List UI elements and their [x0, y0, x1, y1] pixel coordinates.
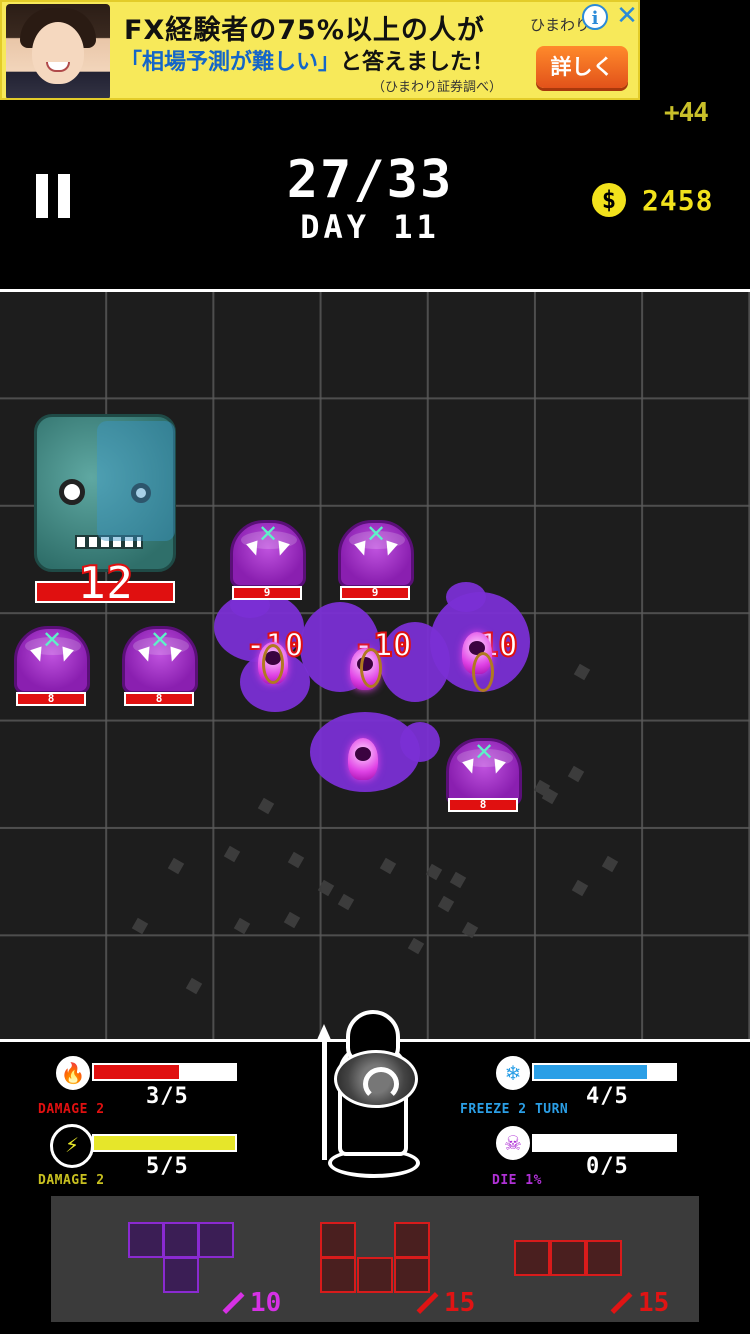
debris-particle	[283, 911, 301, 929]
freeze-bar-fill	[534, 1065, 647, 1079]
debris-particle	[449, 871, 467, 889]
snowflake-icon: ❄	[496, 1056, 530, 1090]
close-icon[interactable]: ✕	[614, 2, 638, 30]
spear-icon	[316, 1024, 332, 1160]
freeze-bar	[532, 1063, 677, 1081]
poison-value: 0/5	[586, 1154, 629, 1179]
shield-icon	[334, 1050, 418, 1108]
knight-hero	[316, 1010, 428, 1180]
debris-particle	[287, 851, 305, 869]
debris-particle	[571, 879, 589, 897]
slime-enemy[interactable]: ✕	[338, 520, 414, 594]
lightning-icon: ⚡	[50, 1124, 94, 1168]
debris-particle	[223, 845, 241, 863]
stone-golem-boss[interactable]	[34, 414, 176, 572]
enemy-hp-bar: 8	[448, 798, 518, 812]
debris-particle	[461, 921, 479, 939]
debris-particle	[131, 917, 149, 935]
enemy-hp-bar: 8	[16, 692, 86, 706]
ad-headline: FX経験者の75%以上の人が	[124, 15, 485, 46]
score-popup: +44	[664, 98, 709, 128]
fire-value: 3/5	[146, 1084, 189, 1109]
ad-cta-button[interactable]: 詳しく	[536, 46, 628, 88]
debris-particle	[573, 663, 591, 681]
debris-particle	[185, 977, 203, 995]
turn-counter: 27/33	[286, 150, 454, 210]
ring-effect	[472, 652, 494, 692]
lightning-bar	[92, 1134, 237, 1152]
poison-caption: DIE 1%	[492, 1173, 542, 1188]
ad-brand: ひまわり	[530, 16, 591, 34]
ghost-projectile	[348, 738, 378, 780]
sword-icon	[414, 1292, 440, 1318]
piece-price: 10	[250, 1288, 282, 1318]
debris-particle	[567, 765, 585, 783]
enemy-hp-bar: 9	[340, 586, 410, 600]
debris-particle	[379, 857, 397, 875]
poison-cloud	[446, 582, 486, 612]
fire-bar	[92, 1063, 237, 1081]
sword-icon	[220, 1292, 246, 1318]
coin-icon: $	[592, 183, 626, 217]
poison-cloud	[400, 722, 440, 762]
freeze-value: 4/5	[586, 1084, 629, 1109]
info-icon[interactable]: i	[582, 4, 608, 30]
debris-particle	[601, 855, 619, 873]
ad-source: （ひまわり証券調べ）	[372, 80, 503, 95]
piece-price: 15	[638, 1288, 670, 1318]
debris-particle	[317, 879, 335, 897]
slime-enemy[interactable]: ✕	[230, 520, 306, 594]
debris-particle	[257, 797, 275, 815]
lightning-bar-fill	[94, 1136, 235, 1150]
freeze-caption: FREEZE 2 TURN	[460, 1102, 569, 1117]
lightning-value: 5/5	[146, 1154, 189, 1179]
fire-caption: DAMAGE 2	[38, 1102, 105, 1117]
ad-subline: 「相場予測が難しい」と答えました！	[120, 50, 495, 75]
enemy-hp-bar: 9	[232, 586, 302, 600]
debris-particle	[337, 893, 355, 911]
ad-banner[interactable]: FX経験者の75%以上の人が 「相場予測が難しい」と答えました！ （ひまわり証券…	[0, 0, 640, 100]
skull-icon: ☠	[496, 1126, 530, 1160]
lightning-caption: DAMAGE 2	[38, 1173, 105, 1188]
fire-bar-fill	[94, 1065, 179, 1079]
debris-particle	[233, 917, 251, 935]
fire-icon: 🔥	[56, 1056, 90, 1090]
sword-icon	[608, 1292, 634, 1318]
boss-hp-value: 12	[77, 555, 134, 611]
piece-price: 15	[444, 1288, 476, 1318]
debris-particle	[167, 857, 185, 875]
poison-bar	[532, 1134, 677, 1152]
coin-count: 2458	[642, 184, 714, 217]
enemy-hp-bar: 8	[124, 692, 194, 706]
slime-enemy[interactable]: ✕	[122, 626, 198, 700]
ad-photo	[6, 4, 110, 98]
ring-effect	[262, 644, 284, 684]
game-board[interactable]: -10 -10 -10	[0, 289, 750, 1042]
day-label: DAY 11	[300, 208, 440, 246]
slime-enemy[interactable]: ✕	[14, 626, 90, 700]
debris-particle	[425, 863, 443, 881]
ring-effect	[360, 648, 382, 688]
debris-particle	[437, 895, 455, 913]
debris-particle	[407, 937, 425, 955]
